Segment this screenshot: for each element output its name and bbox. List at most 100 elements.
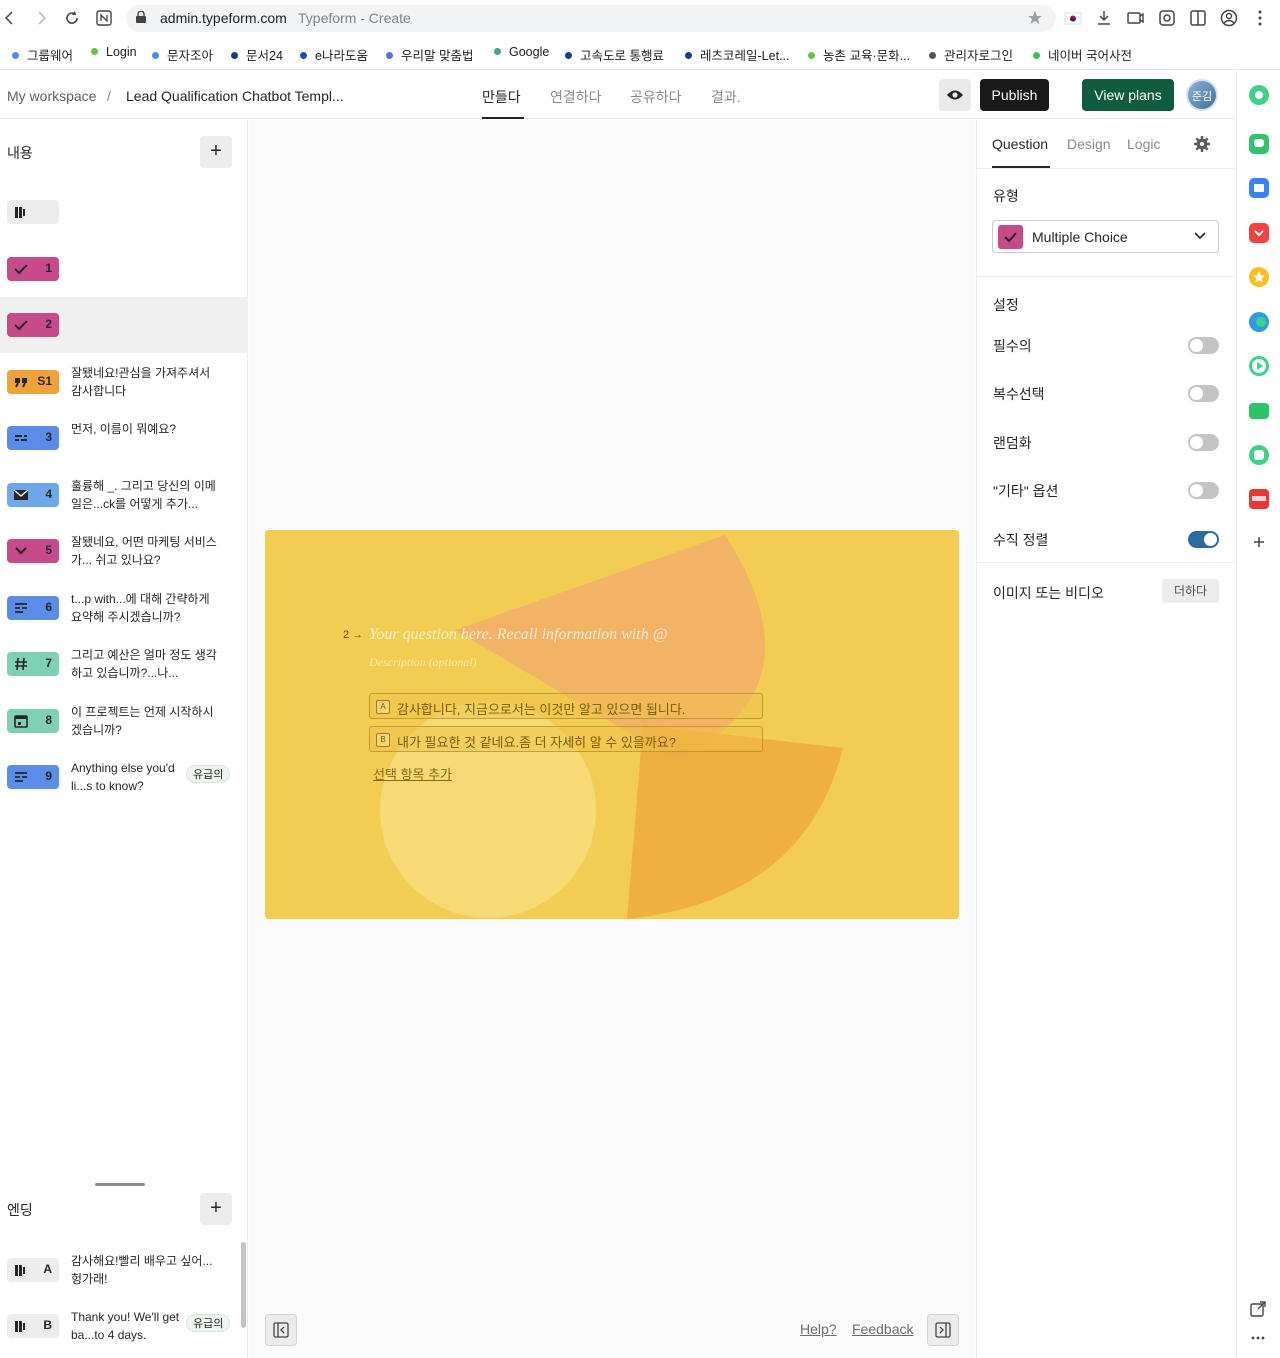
bookmark-label: 레츠코레일-Let... — [700, 49, 790, 63]
view-plans-button[interactable]: View plans — [1082, 79, 1174, 111]
question-list-item[interactable]: A 감사해요!빨리 배우고 싶어...헝가래! — [0, 1242, 248, 1298]
help-link[interactable]: Help? — [800, 1321, 837, 1337]
question-list-item[interactable]: 1 — [0, 241, 248, 297]
add-ending-button[interactable]: + — [200, 1193, 232, 1225]
choice-option-b[interactable]: B 내가 필요한 것 같네요.좀 더 자세히 알 수 있을까요? — [369, 726, 763, 752]
feedback-link[interactable]: Feedback — [852, 1321, 913, 1337]
question-number-label: 1 — [45, 261, 52, 275]
question-type-select[interactable]: Multiple Choice — [992, 220, 1219, 253]
app-header: My workspace / Lead Qualification Chatbo… — [0, 71, 1235, 119]
side-panel-icon[interactable] — [1188, 8, 1208, 28]
extension-play-icon[interactable] — [1249, 356, 1269, 376]
bookmark-item[interactable]: 관리자로그인 — [929, 45, 1013, 64]
welcome-screen-icon — [15, 207, 25, 218]
address-bar[interactable]: admin.typeform.com Typeform - Create — [126, 5, 1056, 32]
extension-star-icon[interactable] — [1249, 267, 1269, 287]
toggle-left-panel-button[interactable] — [265, 1314, 297, 1346]
extension-calendar-icon[interactable] — [1249, 178, 1269, 198]
extension-edge-icon[interactable] — [1249, 312, 1269, 332]
question-list-item[interactable]: 6 t...p with...에 대해 간략하게 요약해 주시겠습니까? — [0, 580, 248, 636]
bookmark-label: 고속도로 통행료 — [580, 49, 664, 63]
bookmark-item[interactable]: e나라도움 — [300, 45, 368, 64]
question-list-item[interactable]: 3 먼저, 이름이 뭐예요? — [0, 410, 248, 466]
extension-green-square-icon[interactable] — [1249, 445, 1269, 465]
tab-design[interactable]: Design — [1067, 136, 1111, 152]
question-text: Thank you! We'll get ba...to 4 days. — [71, 1310, 180, 1342]
forward-icon[interactable] — [31, 8, 51, 28]
question-number-label: 6 — [45, 600, 52, 614]
setting-toggle[interactable] — [1188, 337, 1219, 354]
bookmark-item[interactable]: 문서24 — [231, 45, 283, 64]
question-text: 먼저, 이름이 뭐예요? — [71, 422, 176, 436]
setting-toggle[interactable] — [1188, 531, 1219, 548]
open-external-icon[interactable] — [1249, 1300, 1267, 1318]
tab-logic[interactable]: Logic — [1127, 136, 1160, 152]
extension-now-icon[interactable] — [1249, 489, 1269, 509]
choice-option-a[interactable]: A 감사합니다, 지금으로서는 이것만 알고 있으면 됩니다. — [369, 693, 763, 719]
gear-icon[interactable] — [1193, 135, 1211, 153]
avatar[interactable]: 준김 — [1186, 79, 1218, 111]
question-list-item[interactable]: 9 Anything else you'd li...s to know? 유급의 — [0, 749, 248, 805]
question-list-item[interactable]: 5 잘됐네요, 어떤 마케팅 서비스가... 쉬고 있나요? — [0, 523, 248, 579]
breadcrumb-workspace[interactable]: My workspace — [7, 88, 96, 104]
setting-toggle[interactable] — [1188, 482, 1219, 499]
bookmark-item[interactable]: 문자조아 — [152, 45, 213, 64]
extension-naver-icon[interactable] — [1249, 403, 1269, 419]
tab-question[interactable]: Question — [992, 136, 1048, 152]
tab-create[interactable]: 만들다 — [482, 87, 521, 107]
question-list-item[interactable]: 8 이 프로젝트는 언제 시작하시겠습니까? — [0, 693, 248, 749]
bookmark-star-icon[interactable] — [1026, 9, 1044, 27]
setting-toggle[interactable] — [1188, 434, 1219, 451]
screen-capture-icon[interactable] — [1125, 8, 1145, 28]
question-list-item[interactable]: 4 훌륭해 _. 그리고 당신의 이메일은...ck를 어떻게 추가... — [0, 467, 248, 523]
bookmark-item[interactable]: Google — [494, 45, 549, 59]
question-list-item[interactable]: 2 — [0, 297, 248, 353]
resize-handle[interactable] — [95, 1183, 145, 1186]
publish-button[interactable]: Publish — [980, 79, 1049, 111]
notion-extension-icon[interactable] — [94, 8, 114, 28]
korea-flag-icon[interactable] — [1063, 8, 1083, 28]
bookmark-item[interactable]: 우리말 맞춤법 — [386, 45, 473, 64]
ending-list-scrollbar[interactable] — [241, 1242, 246, 1328]
setting-toggle[interactable] — [1188, 385, 1219, 402]
choice-text[interactable]: 감사합니다, 지금으로서는 이것만 알고 있으면 됩니다. — [397, 699, 685, 718]
more-icon[interactable] — [1249, 1329, 1267, 1347]
extension-pocket-icon[interactable] — [1249, 223, 1269, 243]
bookmark-item[interactable]: 네이버 국어사전 — [1033, 45, 1132, 64]
profile-icon[interactable] — [1219, 8, 1239, 28]
download-icon[interactable] — [1094, 8, 1114, 28]
breadcrumb-form-name[interactable]: Lead Qualification Chatbot Templ... — [126, 88, 344, 104]
question-list-item[interactable]: B Thank you! We'll get ba...to 4 days. 유급의 — [0, 1298, 248, 1354]
bookmark-item[interactable]: 레츠코레일-Let... — [685, 45, 789, 64]
quote-icon — [15, 378, 27, 388]
bookmark-item[interactable]: 그룹웨어 — [12, 45, 73, 64]
toggle-right-panel-button[interactable] — [927, 1314, 959, 1346]
camera-capture-icon[interactable] — [1157, 8, 1177, 28]
question-list-item[interactable] — [0, 184, 248, 240]
tab-results[interactable]: 결과. — [711, 87, 741, 107]
question-type-badge: 9 — [7, 765, 59, 789]
question-list-item[interactable]: 7 그리고 예산은 얼마 정도 생각하고 있습니까?...나... — [0, 636, 248, 692]
lock-icon — [136, 11, 146, 23]
add-choice-link[interactable]: 선택 항목 추가 — [373, 764, 452, 783]
extension-chat-icon[interactable] — [1249, 134, 1269, 154]
url-domain: admin.typeform.com — [160, 10, 287, 26]
question-list-item[interactable]: S1 잘됐네요!관심을 가져주셔서 감사합니다 — [0, 354, 248, 410]
tab-connect[interactable]: 연결하다 — [550, 87, 602, 107]
add-extension-icon[interactable] — [1251, 534, 1267, 550]
choice-text[interactable]: 내가 필요한 것 같네요.좀 더 자세히 알 수 있을까요? — [397, 732, 676, 751]
browser-menu-icon[interactable] — [1250, 8, 1270, 28]
bookmark-item[interactable]: 고속도로 통행료 — [565, 45, 664, 64]
question-description-input[interactable]: Description (optional) — [369, 655, 477, 670]
tab-share[interactable]: 공유하다 — [630, 87, 682, 107]
extension-green-circle-icon[interactable] — [1249, 85, 1269, 105]
preview-button[interactable] — [939, 79, 971, 111]
bookmark-item[interactable]: 농촌 교육·문화... — [808, 45, 910, 64]
question-type-badge: 6 — [7, 596, 59, 620]
bookmark-item[interactable]: Login — [91, 45, 137, 59]
question-title-input[interactable]: Your question here. Recall information w… — [369, 626, 667, 644]
reload-icon[interactable] — [62, 8, 82, 28]
add-media-button[interactable]: 더하다 — [1162, 579, 1219, 603]
back-icon[interactable] — [0, 8, 20, 28]
add-question-button[interactable]: + — [200, 136, 232, 168]
